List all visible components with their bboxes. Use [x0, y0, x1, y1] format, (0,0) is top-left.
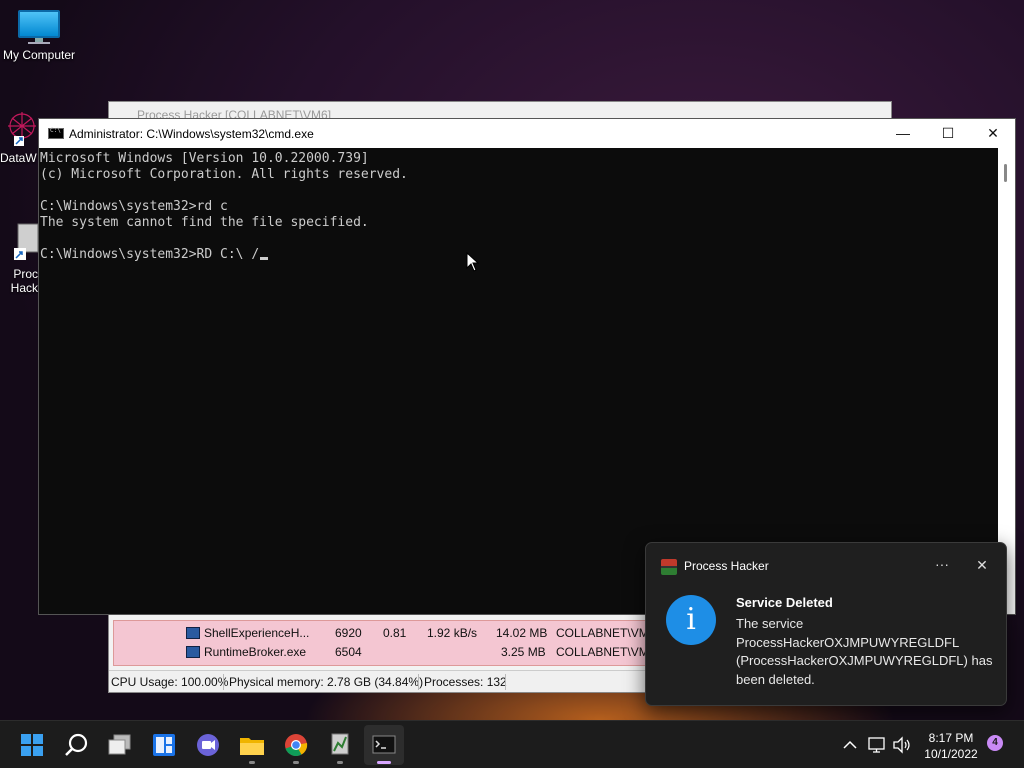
process-hacker-icon [661, 559, 677, 575]
desktop-icon-label: Proc Hack [10, 267, 38, 295]
desktop-icon-process-hacker[interactable]: Proc Hack [0, 206, 40, 309]
chrome-button[interactable] [276, 725, 316, 765]
monitor-icon [18, 10, 60, 44]
system-clock[interactable]: 8:17 PM 10/1/2022 [916, 730, 986, 762]
dismiss-button[interactable]: ✕ [970, 553, 994, 577]
close-button[interactable]: ✕ [970, 119, 1016, 148]
process-user: COLLABNET\VM6 [556, 626, 656, 640]
process-memory: 14.02 MB [496, 626, 548, 640]
maximize-button[interactable]: ☐ [925, 119, 971, 148]
process-memory: 3.25 MB [501, 645, 546, 659]
clock-date: 10/1/2022 [924, 747, 978, 761]
console-input-line[interactable]: C:\Windows\system32>RD C:\ / [40, 247, 999, 263]
toast-notification[interactable]: Process Hacker ··· ✕ i Service Deleted T… [645, 542, 1007, 706]
console-line: (c) Microsoft Corporation. All rights re… [40, 167, 408, 182]
process-pid: 6504 [335, 645, 362, 659]
process-io: 1.92 kB/s [427, 626, 478, 640]
window-title: Administrator: C:\Windows\system32\cmd.e… [69, 127, 314, 141]
clock-time: 8:17 PM [928, 731, 974, 745]
console-line: The system cannot find the file specifie… [40, 215, 369, 230]
notification-heading: Service Deleted [736, 595, 833, 610]
notification-message: The service ProcessHackerOXJMPUWYREGLDFL… [736, 616, 993, 687]
network-icon[interactable] [866, 735, 888, 755]
process-name: RuntimeBroker.exe [204, 645, 307, 659]
console-line: C:\Windows\system32>rd c [40, 199, 228, 214]
widgets-button[interactable] [144, 725, 184, 765]
text-cursor [260, 257, 269, 260]
cmd-icon [48, 127, 64, 139]
search-button[interactable] [56, 725, 96, 765]
cmd-window[interactable]: Administrator: C:\Windows\system32\cmd.e… [38, 118, 1016, 615]
info-icon: i [666, 595, 716, 645]
chevron-up-icon[interactable] [840, 735, 860, 755]
desktop-icon-label: My Computer [2, 48, 76, 62]
file-explorer-button[interactable] [232, 725, 272, 765]
desktop-icon-my-computer[interactable]: My Computer [0, 10, 78, 62]
cmd-icon [372, 735, 396, 754]
scrollbar-thumb[interactable] [1004, 164, 1007, 182]
process-hacker-app-icon [14, 223, 39, 260]
process-name: ShellExperienceH... [204, 626, 310, 640]
desktop-icon-dataw[interactable]: DataW [0, 106, 40, 165]
mouse-pointer-icon [466, 252, 480, 272]
teams-chat-icon [197, 734, 219, 756]
console-command: C:\Windows\system32>RD C:\ / [40, 247, 260, 262]
widgets-icon [153, 734, 175, 756]
start-button[interactable] [12, 725, 52, 765]
search-icon [65, 733, 88, 756]
cpu-usage: CPU Usage: 100.00% [111, 675, 229, 689]
process-pid: 6920 [335, 626, 362, 640]
cmd-taskbar-button[interactable] [364, 725, 404, 765]
process-user: COLLABNET\VM6 [556, 645, 656, 659]
notification-count-badge[interactable]: 4 [987, 735, 1003, 751]
datawarrior-icon [8, 112, 36, 146]
physical-memory: Physical memory: 2.78 GB (34.84%) [229, 675, 424, 689]
process-icon [186, 627, 200, 639]
notification-app-name: Process Hacker [684, 559, 769, 573]
desktop-icon-label: DataW [0, 151, 37, 165]
minimize-button[interactable]: — [880, 119, 926, 148]
process-icon [186, 646, 200, 658]
volume-icon[interactable] [891, 735, 913, 755]
taskbar: 8:17 PM 10/1/2022 [0, 720, 1024, 768]
console-line: Microsoft Windows [Version 10.0.22000.73… [40, 151, 369, 166]
teams-chat-button[interactable] [188, 725, 228, 765]
file-explorer-icon [240, 738, 264, 755]
windows-start-icon [21, 734, 43, 756]
chrome-icon [285, 734, 308, 757]
process-count: Processes: 132 [424, 675, 507, 689]
task-view-icon [108, 734, 131, 755]
more-options-button[interactable]: ··· [930, 553, 954, 577]
process-hacker-icon [331, 733, 349, 755]
process-cpu: 0.81 [383, 626, 407, 640]
task-view-button[interactable] [100, 725, 140, 765]
process-hacker-taskbar-button[interactable] [320, 725, 360, 765]
cmd-titlebar[interactable]: Administrator: C:\Windows\system32\cmd.e… [39, 119, 1015, 148]
